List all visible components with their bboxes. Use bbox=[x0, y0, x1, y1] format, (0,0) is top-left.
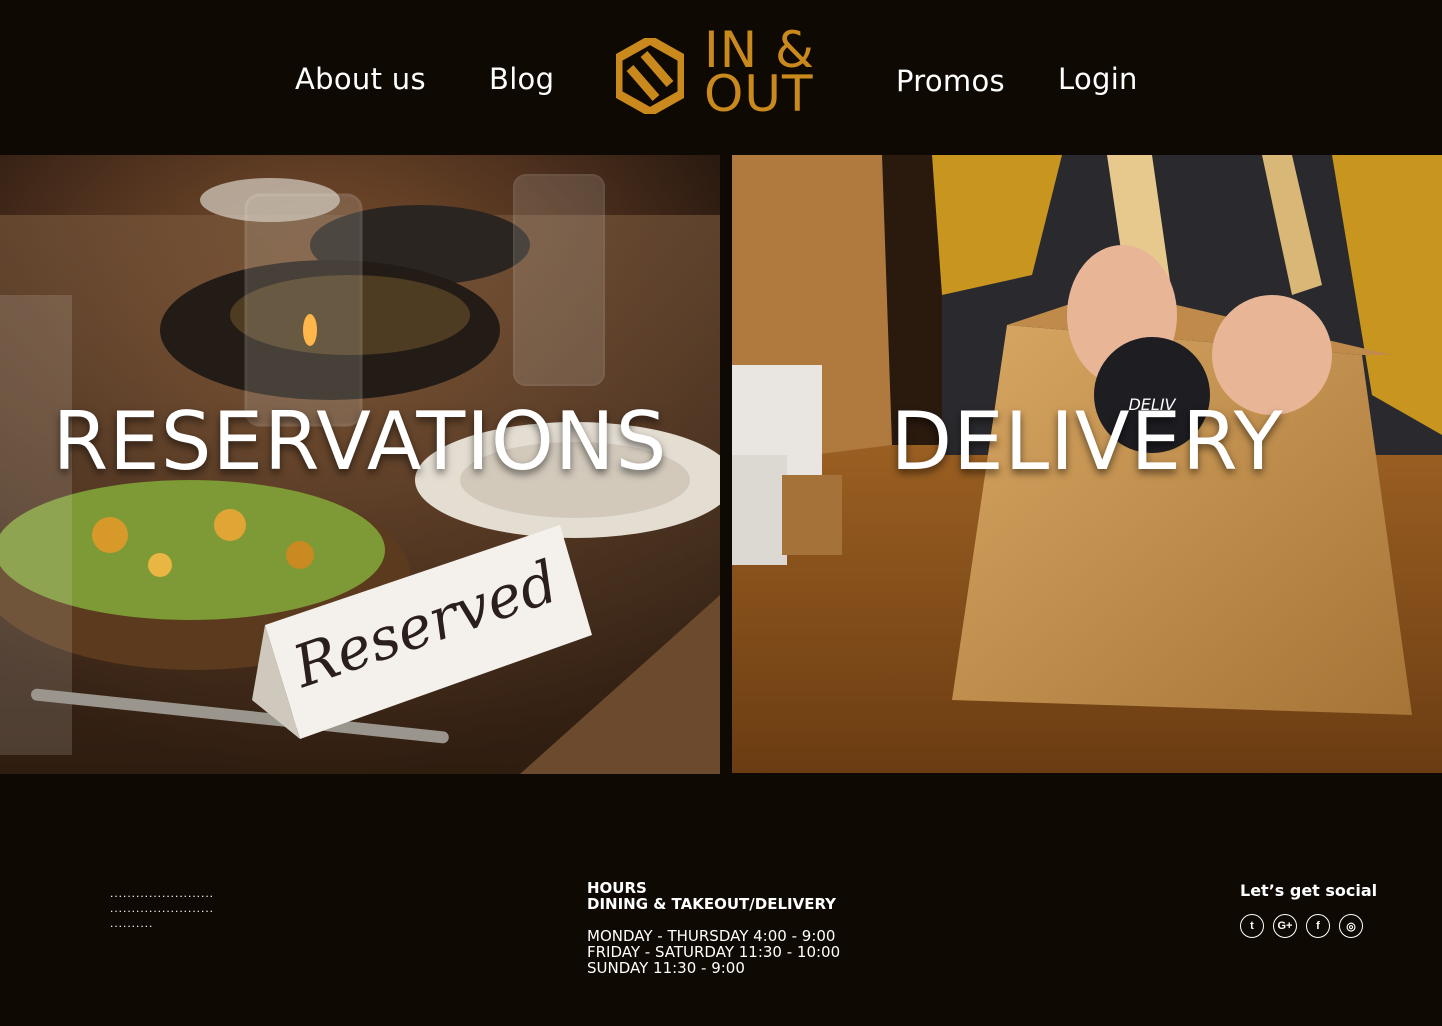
social-icons: t G+ f ◎ bbox=[1240, 914, 1377, 938]
reservations-panel[interactable]: Reserved RESERVATIONS bbox=[0, 155, 720, 774]
site-header: About us Blog IN & OUT Promos Login bbox=[0, 0, 1442, 155]
nav-blog[interactable]: Blog bbox=[489, 62, 554, 96]
hours-block: HOURS DINING & TAKEOUT/DELIVERY MONDAY -… bbox=[587, 880, 840, 976]
delivery-panel[interactable]: DELIV DELIVERY bbox=[732, 155, 1442, 773]
hours-line: SUNDAY 11:30 - 9:00 bbox=[587, 959, 745, 977]
logo-line-2: OUT bbox=[704, 65, 814, 123]
dots-line-1: ........................ bbox=[110, 886, 215, 900]
hours-heading: HOURS bbox=[587, 879, 647, 897]
dots-line-3: .......... bbox=[110, 916, 154, 930]
social-title: Let’s get social bbox=[1240, 881, 1378, 900]
twitter-icon[interactable]: t bbox=[1240, 914, 1264, 938]
delivery-photo: DELIV bbox=[732, 155, 1442, 773]
nav-promos[interactable]: Promos bbox=[896, 64, 1005, 98]
nav-about-us[interactable]: About us bbox=[295, 62, 426, 96]
footer-placeholder-dots: ........................ ...............… bbox=[110, 886, 214, 931]
logo-mark-icon bbox=[616, 38, 684, 114]
logo[interactable]: IN & OUT bbox=[616, 25, 816, 125]
site-footer: ........................ ...............… bbox=[0, 774, 1442, 1026]
social-block: Let’s get social t G+ f ◎ bbox=[1240, 881, 1377, 938]
reservations-photo: Reserved bbox=[0, 155, 720, 774]
logo-text: IN & OUT bbox=[704, 25, 815, 123]
facebook-icon[interactable]: f bbox=[1306, 914, 1330, 938]
dots-line-2: ........................ bbox=[110, 901, 215, 915]
delivery-sticker-text: DELIV bbox=[1128, 395, 1176, 414]
google-plus-icon[interactable]: G+ bbox=[1273, 914, 1297, 938]
nav-login[interactable]: Login bbox=[1058, 62, 1138, 96]
hours-subheading: DINING & TAKEOUT/DELIVERY bbox=[587, 895, 837, 913]
instagram-icon[interactable]: ◎ bbox=[1339, 914, 1363, 938]
hours-line: MONDAY - THURSDAY 4:00 - 9:00 bbox=[587, 927, 836, 945]
hours-line: FRIDAY - SATURDAY 11:30 - 10:00 bbox=[587, 943, 841, 961]
